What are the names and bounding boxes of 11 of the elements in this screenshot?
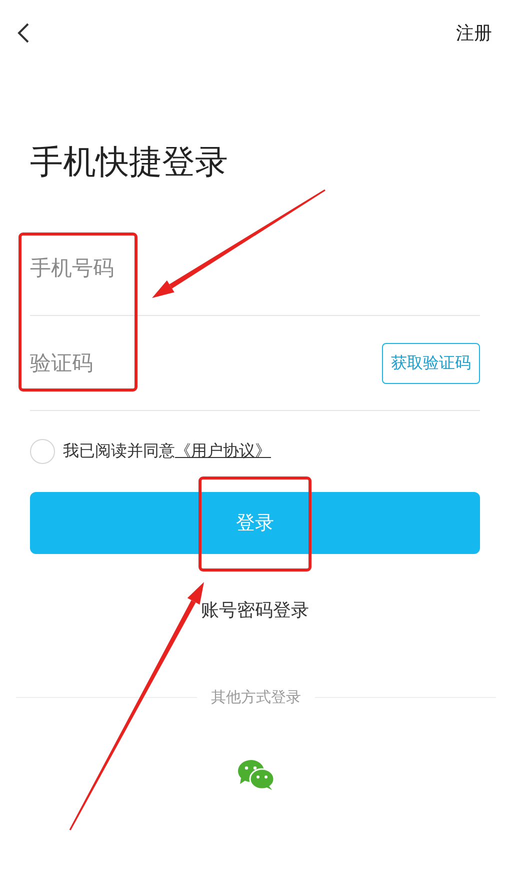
page-title: 手机快捷登录 (30, 141, 229, 183)
code-input[interactable]: 验证码 (30, 351, 382, 375)
phone-input[interactable]: 手机号码 (30, 256, 480, 280)
wechat-icon[interactable] (237, 759, 275, 791)
password-login-link[interactable]: 账号密码登录 (201, 598, 309, 622)
agree-text: 我已阅读并同意 (63, 441, 175, 462)
back-icon[interactable] (16, 22, 30, 44)
other-methods-label: 其他方式登录 (211, 688, 301, 707)
agree-checkbox[interactable] (30, 439, 55, 464)
agreement-link[interactable]: 《用户协议》 (175, 441, 271, 462)
register-link[interactable]: 注册 (456, 21, 492, 45)
